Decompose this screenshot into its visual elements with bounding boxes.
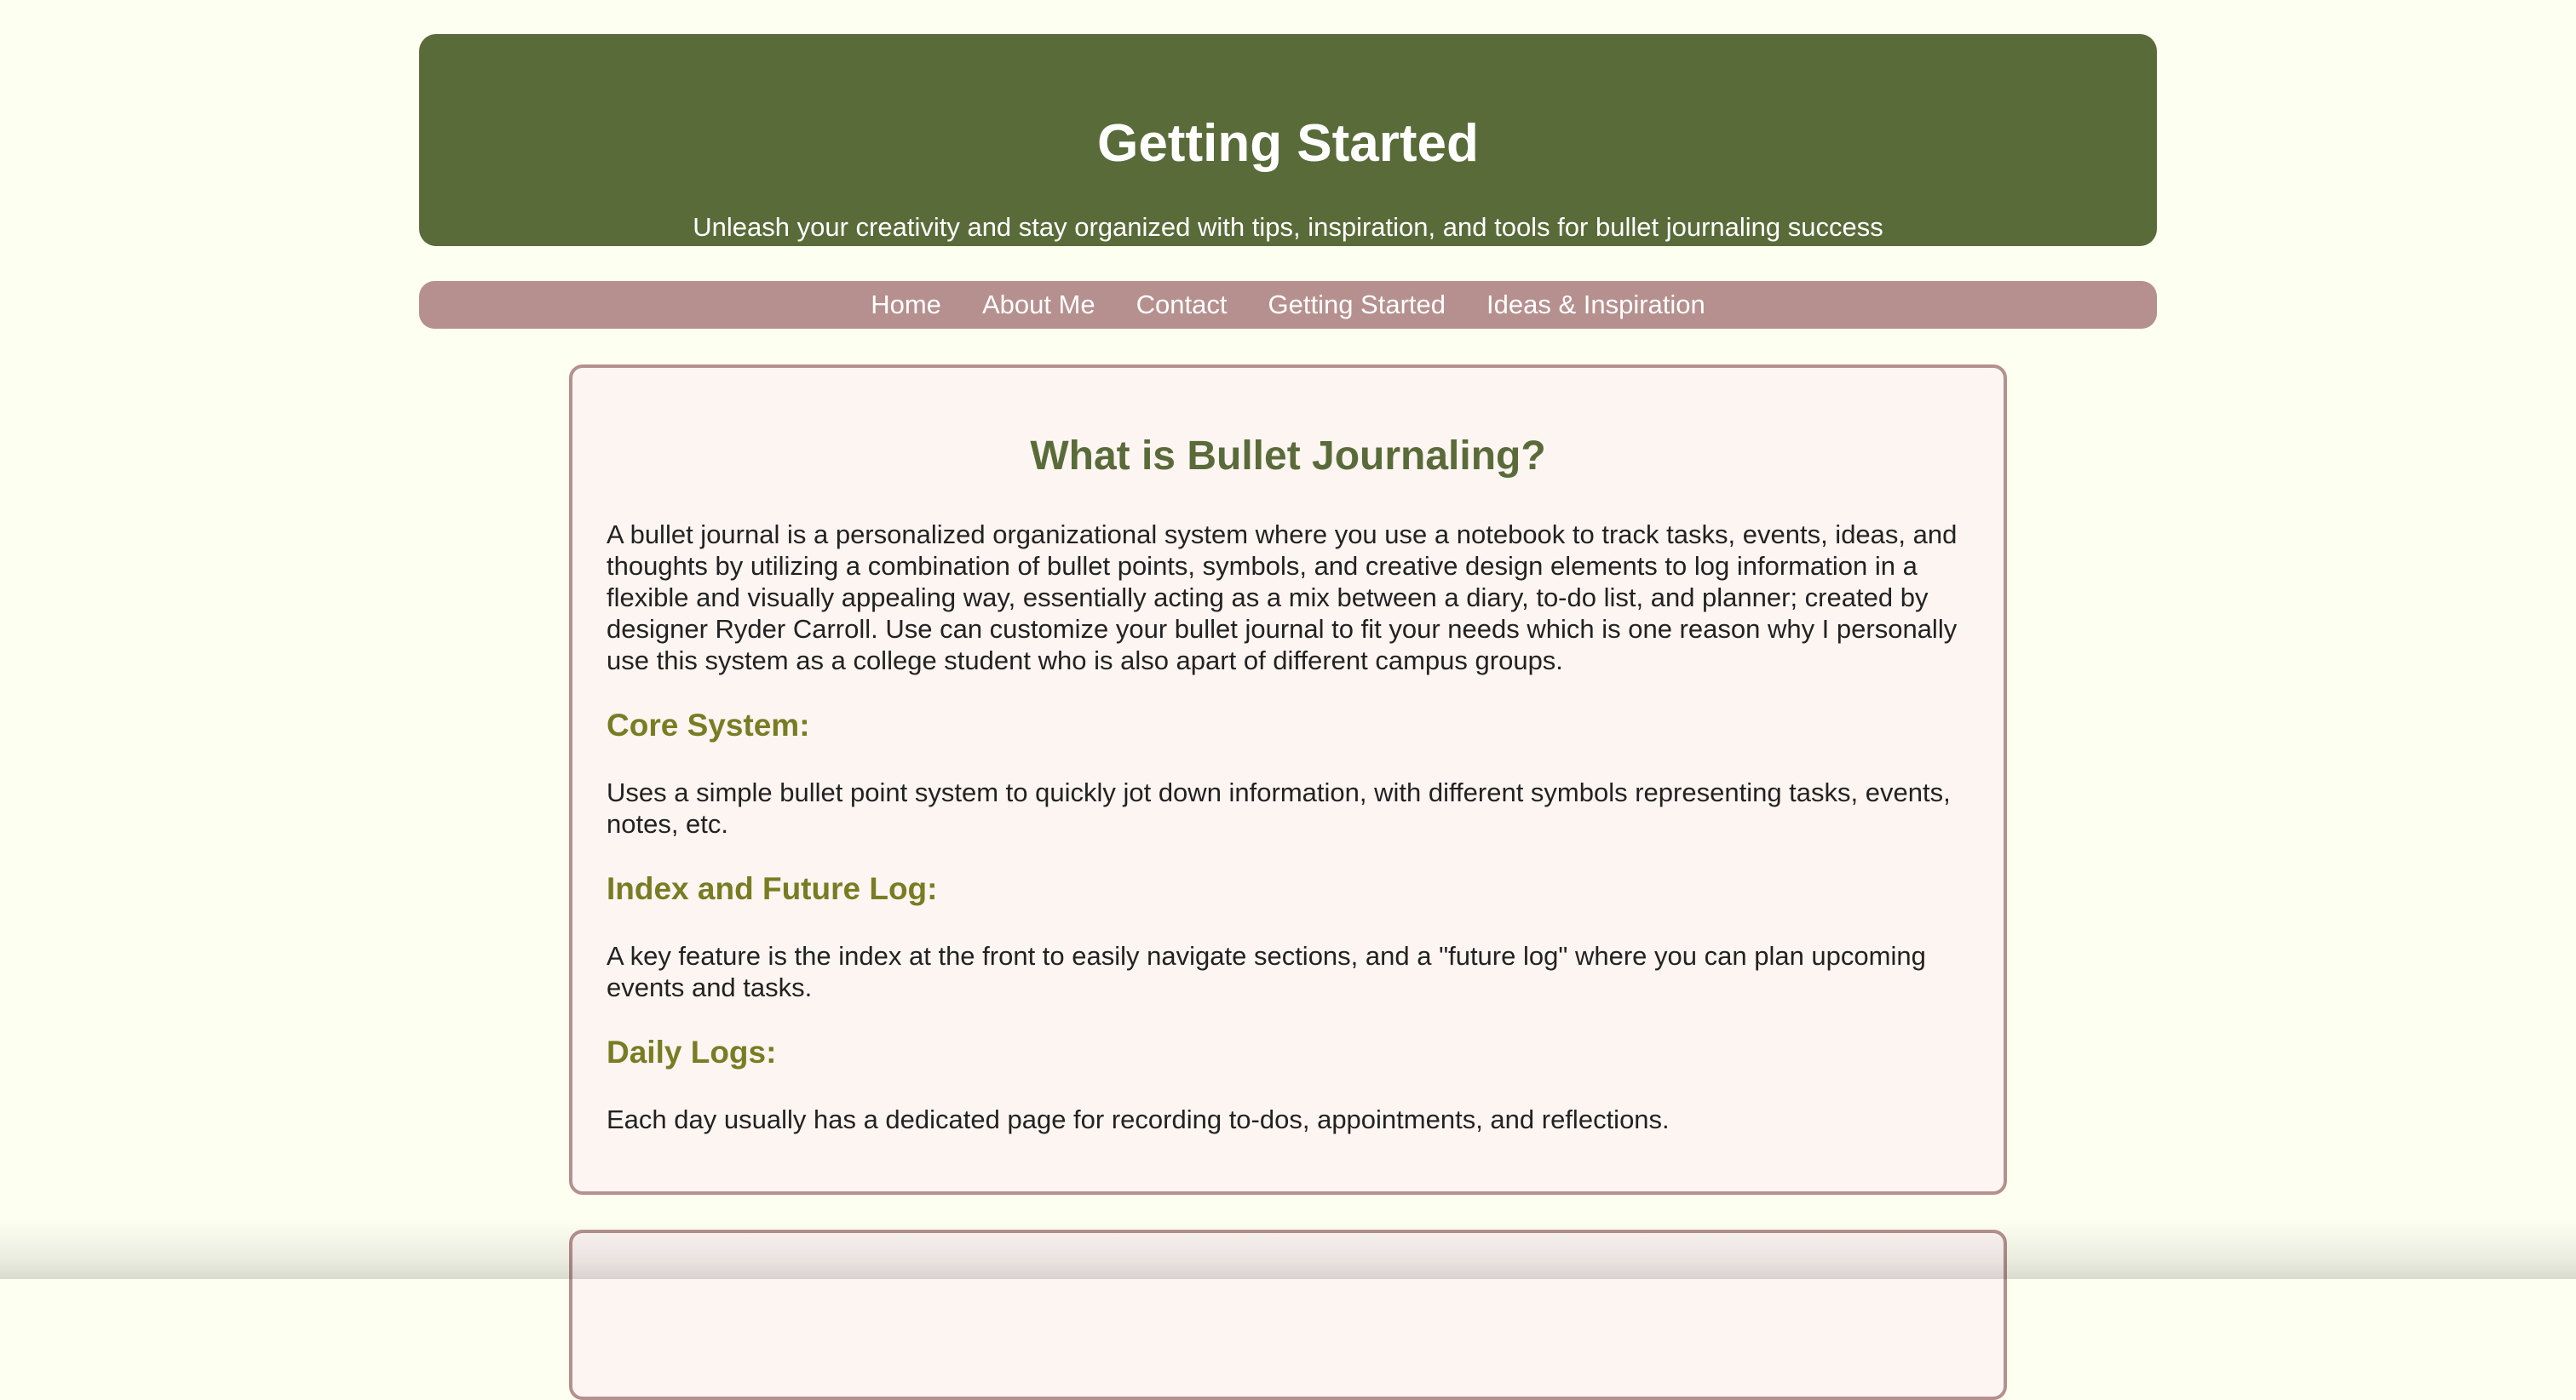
nav-link-contact[interactable]: Contact — [1136, 281, 1228, 329]
page-tagline: Unleash your creativity and stay organiz… — [693, 212, 1883, 242]
section-title: What is Bullet Journaling? — [1030, 433, 1546, 479]
subsection-text-index-future-log: A key feature is the index at the front … — [607, 941, 1926, 1002]
main-nav: Home About Me Contact Getting Started Id… — [419, 281, 2157, 329]
nav-link-getting-started[interactable]: Getting Started — [1268, 281, 1446, 329]
nav-link-ideas-inspiration[interactable]: Ideas & Inspiration — [1486, 281, 1705, 329]
subsection-heading-index-future-log: Index and Future Log: — [607, 871, 938, 906]
page-header: Getting Started Unleash your creativity … — [419, 34, 2157, 246]
subsection-heading-core-system: Core System: — [607, 708, 810, 743]
intro-paragraph: A bullet journal is a personalized organ… — [607, 519, 1958, 675]
content-card-bullet-journaling: What is Bullet Journaling? A bullet jour… — [569, 364, 2007, 1195]
nav-link-home[interactable]: Home — [871, 281, 941, 329]
subsection-text-core-system: Uses a simple bullet point system to qui… — [607, 777, 1951, 839]
content-card-next — [569, 1230, 2007, 1400]
subsection-heading-daily-logs: Daily Logs: — [607, 1035, 777, 1070]
page-title: Getting Started — [1097, 114, 1479, 173]
nav-link-about-me[interactable]: About Me — [982, 281, 1095, 329]
subsection-text-daily-logs: Each day usually has a dedicated page fo… — [607, 1105, 1670, 1134]
